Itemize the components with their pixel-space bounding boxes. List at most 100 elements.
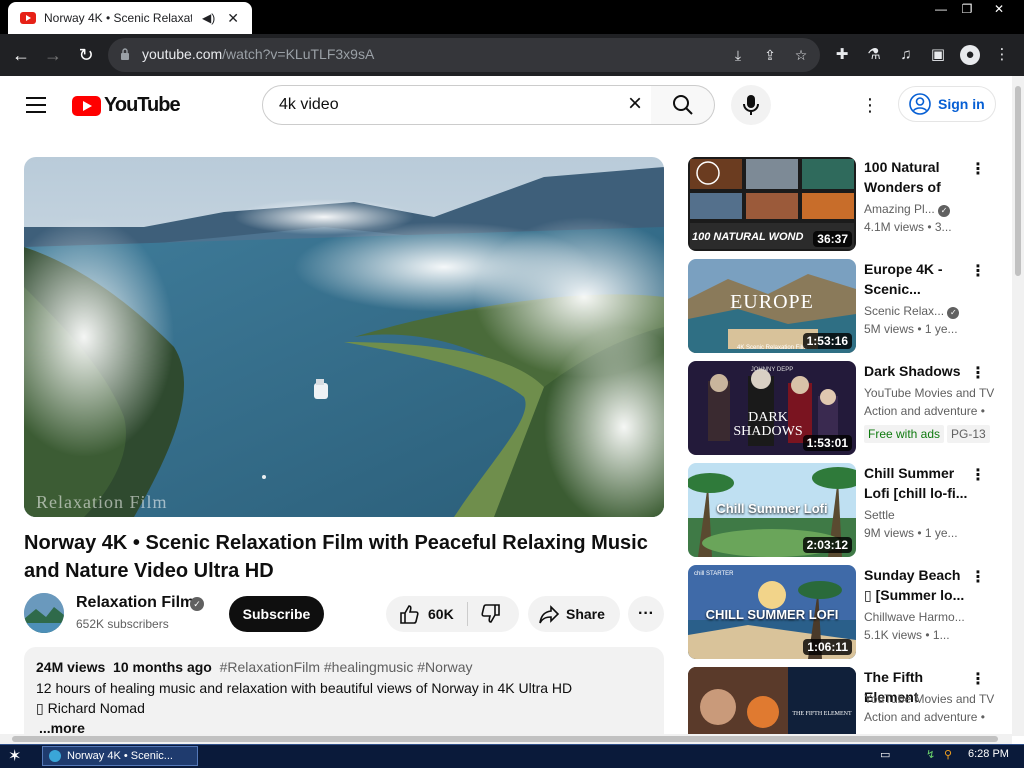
recommendation-item[interactable]: THE FIFTH ELEMENT The Fifth Element YouT… (688, 667, 1008, 734)
audio-playing-icon[interactable]: ◀) (202, 11, 215, 25)
description-meta: 24M views 10 months ago #RelaxationFilm … (36, 659, 473, 675)
reload-button[interactable]: ↻ (75, 44, 97, 66)
recommendation-meta: Action and adventure • (864, 710, 985, 724)
recommendation-item[interactable]: Chill Summer Lofi 2:03:12 Chill Summer L… (688, 463, 1008, 557)
keyboard-tray-icon[interactable]: ▭ (880, 748, 890, 761)
recommendation-title[interactable]: 100 Natural Wonders of th... (864, 157, 968, 197)
recommendation-channel[interactable]: Settle (864, 508, 996, 522)
video-duration: 36:37 (813, 231, 852, 247)
recommendation-thumbnail[interactable]: Chill Summer Lofi 2:03:12 (688, 463, 856, 557)
recommendation-channel[interactable]: Amazing Pl... ✓ (864, 202, 996, 217)
labs-flask-icon[interactable]: ⚗ (864, 45, 884, 65)
guide-menu-icon[interactable] (26, 97, 46, 113)
clear-search-icon[interactable]: × (623, 92, 647, 117)
recommendation-thumbnail[interactable]: chill STARTER CHILL SUMMER LOFI 1:06:11 (688, 565, 856, 659)
window-close-button[interactable]: ✕ (982, 0, 1016, 18)
side-panel-icon[interactable]: ▣ (928, 45, 948, 65)
subscriber-count: 652K subscribers (76, 617, 169, 631)
taskbar-window-button[interactable]: Norway 4K • Scenic... (42, 746, 198, 766)
browser-menu-icon[interactable]: ⋮ (992, 45, 1012, 65)
forward-button[interactable]: → (42, 44, 64, 66)
dislike-button[interactable] (470, 596, 518, 632)
more-actions-button[interactable]: ··· (628, 596, 664, 632)
search-input[interactable] (279, 86, 619, 124)
start-menu-icon[interactable]: ✶ (8, 746, 21, 766)
url-path: /watch?v=KLuTLF3x9sA (222, 46, 375, 62)
sign-in-button[interactable]: Sign in (898, 86, 996, 122)
like-button[interactable]: 60K (386, 596, 468, 632)
microphone-icon (743, 95, 759, 115)
install-app-icon[interactable]: ⤓ (729, 46, 747, 64)
tab-title: Norway 4K • Scenic Relaxation (44, 11, 192, 25)
recommendation-title[interactable]: Dark Shadows (864, 361, 968, 381)
verified-badge-icon: ✓ (947, 307, 960, 319)
recommendation-meta: Action and adventure • (864, 404, 985, 418)
account-circle-icon (909, 93, 931, 115)
back-button[interactable]: ← (10, 44, 32, 66)
recommendation-item[interactable]: EUROPE 4K Scenic Relaxation Film 1:53:16… (688, 259, 1008, 353)
extensions-icon[interactable]: ✚ (832, 45, 852, 65)
recommendation-menu-icon[interactable]: ⋮ (970, 465, 986, 485)
browser-tab[interactable]: Norway 4K • Scenic Relaxation ◀) ✕ (8, 2, 252, 34)
voice-search-button[interactable] (731, 85, 771, 125)
recommendation-title[interactable]: Sunday Beach ▯ [Summer lo... (864, 565, 968, 605)
recommendation-thumbnail[interactable]: EUROPE 4K Scenic Relaxation Film 1:53:16 (688, 259, 856, 353)
media-controls-icon[interactable]: ♫ (896, 45, 916, 65)
thumbnail-topline: JOHNNY DEPP (750, 367, 794, 373)
free-with-ads-badge: Free with ads (864, 425, 945, 443)
taskbar-window-label: Norway 4K • Scenic... (67, 750, 173, 762)
video-player[interactable] (24, 157, 664, 517)
recommendation-channel[interactable]: Scenic Relax... ✓ (864, 304, 996, 319)
recommendation-channel-name: Scenic Relax... (864, 304, 945, 318)
vertical-scroll-thumb[interactable] (1015, 86, 1021, 276)
recommendation-channel[interactable]: Chillwave Harmo... (864, 610, 996, 624)
settings-more-icon[interactable]: ⋮ (860, 95, 880, 115)
thumbnail-caption: THE FIFTH ELEMENT (792, 711, 852, 717)
thumbs-up-icon (400, 605, 419, 624)
recommendation-title[interactable]: Chill Summer Lofi [chill lo-fi... (864, 463, 968, 503)
recommendation-channel[interactable]: YouTube Movies and TV (864, 692, 1000, 706)
channel-avatar-image (24, 593, 64, 633)
search-tray-icon[interactable]: ⚲ (944, 748, 952, 761)
video-duration: 1:53:16 (802, 333, 852, 349)
thumbnail-caption: Chill Summer Lofi (716, 501, 828, 516)
channel-avatar[interactable] (24, 593, 64, 633)
thumbnail-caption: EUROPE (730, 291, 814, 313)
thumbs-down-icon (481, 604, 500, 623)
upload-age: 10 months ago (113, 659, 212, 675)
description-line-1: 12 hours of healing music and relaxation… (36, 680, 573, 696)
profile-avatar-icon[interactable]: ● (960, 45, 980, 65)
recommendation-thumbnail[interactable]: JOHNNY DEPP DARK SHADOWS 1:53:01 (688, 361, 856, 455)
horizontal-scroll-thumb[interactable] (12, 736, 998, 742)
youtube-logo[interactable]: YouTube (72, 94, 181, 117)
tab-close-icon[interactable]: ✕ (227, 10, 239, 27)
address-bar[interactable]: youtube.com/watch?v=KLuTLF3x9sA (108, 38, 820, 72)
youtube-play-icon (72, 95, 101, 116)
video-duration: 1:06:11 (803, 639, 852, 655)
video-duration: 2:03:12 (802, 537, 852, 553)
recommendation-title[interactable]: Europe 4K - Scenic... (864, 259, 968, 299)
recommendation-menu-icon[interactable]: ⋮ (970, 669, 986, 689)
recommendation-meta: 9M views • 1 ye... (864, 526, 958, 540)
share-button[interactable]: Share (528, 596, 620, 632)
hashtags[interactable]: #RelaxationFilm #healingmusic #Norway (220, 659, 473, 675)
recommendation-menu-icon[interactable]: ⋮ (970, 363, 986, 383)
recommendation-meta: 5M views • 1 ye... (864, 322, 958, 336)
share-page-icon[interactable]: ⇪ (761, 46, 779, 64)
network-tray-icon[interactable]: ↯ (926, 748, 935, 761)
recommendation-menu-icon[interactable]: ⋮ (970, 159, 986, 179)
recommendation-menu-icon[interactable]: ⋮ (970, 567, 986, 587)
recommendation-item[interactable]: chill STARTER CHILL SUMMER LOFI 1:06:11 … (688, 565, 1008, 659)
search-button[interactable] (651, 85, 715, 125)
channel-name[interactable]: Relaxation Film (76, 594, 194, 612)
share-label: Share (566, 606, 605, 622)
restore-button[interactable]: ❐ (950, 0, 984, 18)
like-divider (467, 602, 468, 626)
subscribe-button[interactable]: Subscribe (229, 596, 324, 632)
recommendation-channel[interactable]: YouTube Movies and TV (864, 386, 1000, 400)
recommendation-thumbnail[interactable]: THE FIFTH ELEMENT (688, 667, 856, 734)
recommendation-thumbnail[interactable]: 100 NATURAL WOND 36:37 (688, 157, 856, 251)
recommendation-menu-icon[interactable]: ⋮ (970, 261, 986, 281)
recommendation-item[interactable]: 100 NATURAL WOND 36:37 100 Natural Wonde… (688, 157, 1008, 251)
bookmark-star-icon[interactable]: ☆ (792, 46, 810, 64)
